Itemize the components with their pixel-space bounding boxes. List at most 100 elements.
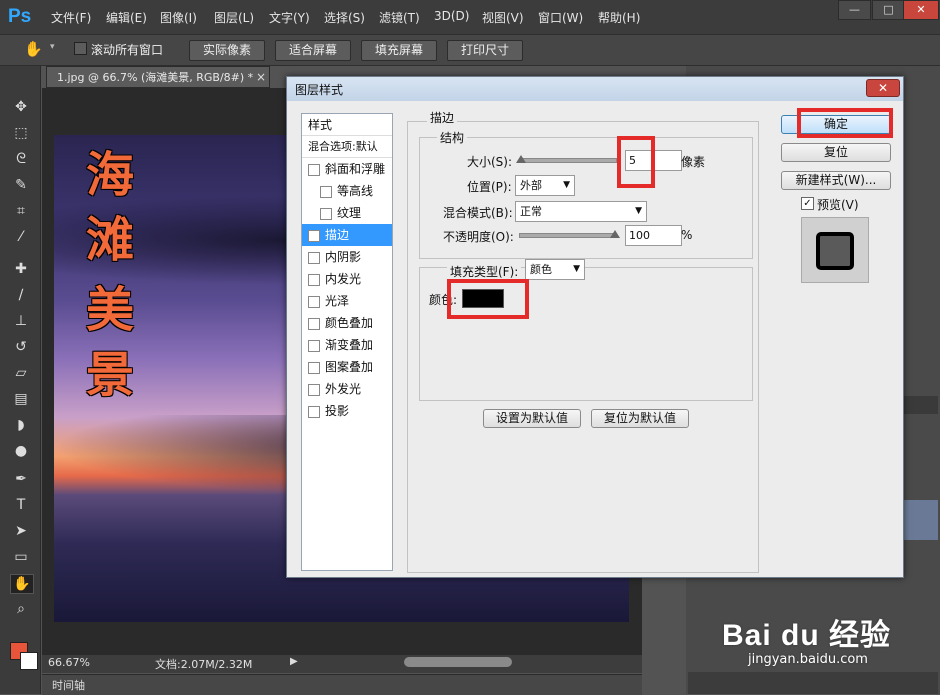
menu-layer[interactable]: 图层(L): [214, 9, 254, 26]
style-item[interactable]: 外发光: [302, 378, 392, 400]
preview-label: 预览(V): [817, 198, 859, 212]
style-item-label: 外发光: [325, 382, 362, 396]
style-item-label: 等高线: [337, 184, 374, 198]
styles-list: 样式 混合选项:默认 斜面和浮雕等高线纹理 ✓ 描边内阴影内发光 光泽 颜色叠加 渐变叠加…: [301, 113, 393, 571]
style-item-checkbox[interactable]: [308, 339, 320, 352]
new-style-button[interactable]: 新建样式(W)...: [781, 171, 891, 190]
status-menu-arrow-icon[interactable]: ▶: [290, 656, 298, 667]
reset-default-button[interactable]: 复位为默认值: [591, 409, 689, 428]
pen-tool-icon[interactable]: ✒: [10, 470, 32, 488]
menu-window[interactable]: 窗口(W): [538, 9, 583, 26]
eraser-tool-icon[interactable]: ▱: [10, 364, 32, 382]
actual-pixels-button[interactable]: 实际像素: [189, 40, 265, 61]
style-item[interactable]: ✓ 描边: [302, 224, 392, 246]
path-select-icon[interactable]: ➤: [10, 522, 32, 540]
gradient-tool-icon[interactable]: ▤: [10, 390, 32, 408]
styles-header[interactable]: 样式: [302, 114, 392, 136]
style-item-checkbox[interactable]: [320, 185, 332, 198]
blending-options-item[interactable]: 混合选项:默认: [302, 136, 392, 158]
menu-help[interactable]: 帮助(H): [598, 9, 640, 26]
fill-screen-button[interactable]: 填充屏幕: [361, 40, 437, 61]
style-item-label: 内阴影: [325, 250, 362, 264]
zoom-tool-icon[interactable]: ⌕: [10, 600, 32, 618]
style-item-checkbox[interactable]: ✓: [308, 229, 320, 242]
style-item[interactable]: 颜色叠加: [302, 312, 392, 334]
dodge-tool-icon[interactable]: ●: [10, 442, 32, 460]
style-item[interactable]: 斜面和浮雕: [302, 158, 392, 180]
menu-select[interactable]: 选择(S): [324, 9, 365, 26]
size-slider-track[interactable]: [519, 158, 617, 163]
type-tool-icon[interactable]: T: [10, 496, 32, 514]
style-item[interactable]: 内发光: [302, 268, 392, 290]
marquee-tool-icon[interactable]: ⬚: [10, 124, 32, 142]
reset-button[interactable]: 复位: [781, 143, 891, 162]
document-tab[interactable]: 1.jpg @ 66.7% (海滩美景, RGB/8#) *: [46, 66, 270, 88]
style-item-checkbox[interactable]: [320, 207, 332, 220]
position-value: 外部: [520, 179, 542, 192]
style-item-checkbox[interactable]: [308, 317, 320, 330]
healing-brush-icon[interactable]: ✚: [10, 260, 32, 278]
minimize-button[interactable]: —: [838, 0, 871, 20]
style-item-checkbox[interactable]: [308, 163, 320, 176]
menu-type[interactable]: 文字(Y): [269, 9, 310, 26]
print-size-button[interactable]: 打印尺寸: [447, 40, 523, 61]
size-slider-thumb[interactable]: [515, 155, 526, 163]
style-item[interactable]: 渐变叠加: [302, 334, 392, 356]
position-select[interactable]: 外部 ▼: [515, 175, 575, 196]
move-tool-icon[interactable]: ✥: [10, 98, 32, 116]
highlight-box-ok: [797, 108, 893, 138]
fit-screen-button[interactable]: 适合屏幕: [275, 40, 351, 61]
set-default-button[interactable]: 设置为默认值: [483, 409, 581, 428]
style-item[interactable]: 纹理: [302, 202, 392, 224]
style-item[interactable]: 内阴影: [302, 246, 392, 268]
opacity-input[interactable]: 100: [625, 225, 682, 246]
document-tab-close-icon[interactable]: ×: [256, 70, 266, 84]
menu-file[interactable]: 文件(F): [51, 9, 91, 26]
menu-filter[interactable]: 滤镜(T): [379, 9, 420, 26]
timeline-label[interactable]: 时间轴: [52, 677, 85, 693]
menu-view[interactable]: 视图(V): [482, 9, 524, 26]
dialog-close-button[interactable]: ✕: [866, 79, 900, 97]
quick-select-tool-icon[interactable]: ✎: [10, 176, 32, 194]
brush-tool-icon[interactable]: ∕: [10, 286, 32, 304]
scroll-all-checkbox[interactable]: [74, 42, 87, 55]
opacity-slider-track[interactable]: [519, 233, 617, 238]
window-close-button[interactable]: ✕: [903, 0, 939, 20]
style-item-checkbox[interactable]: [308, 361, 320, 374]
tool-preset-dropdown-icon[interactable]: ▾: [50, 42, 55, 52]
history-brush-icon[interactable]: ↺: [10, 338, 32, 356]
hand-tool-icon[interactable]: ✋: [24, 40, 46, 58]
style-item[interactable]: 等高线: [302, 180, 392, 202]
maximize-button[interactable]: □: [872, 0, 905, 20]
horizontal-scrollbar-thumb[interactable]: [404, 657, 512, 667]
chevron-down-icon: ▼: [635, 206, 642, 216]
crop-tool-icon[interactable]: ⌗: [10, 202, 32, 220]
clone-stamp-icon[interactable]: ⊥: [10, 312, 32, 330]
style-item-checkbox[interactable]: [308, 251, 320, 264]
blend-mode-select[interactable]: 正常 ▼: [515, 201, 647, 222]
style-item-checkbox[interactable]: [308, 295, 320, 308]
background-color-swatch[interactable]: [20, 652, 38, 670]
layer-style-dialog: 图层样式 ✕ 样式 混合选项:默认 斜面和浮雕 等高线 纹理 ✓ 描边 内阴影 内发光 光泽颜…: [286, 76, 904, 578]
menu-edit[interactable]: 编辑(E): [106, 9, 147, 26]
baidu-watermark-logo: Bai du 经验: [722, 619, 892, 652]
layer-row-selected[interactable]: [904, 500, 938, 540]
hand-tool-active-icon[interactable]: ✋: [10, 574, 34, 594]
style-item[interactable]: 光泽: [302, 290, 392, 312]
fill-type-select[interactable]: 颜色 ▼: [525, 259, 585, 280]
zoom-level[interactable]: 66.67%: [48, 656, 90, 669]
style-item[interactable]: 投影: [302, 400, 392, 422]
preview-checkbox[interactable]: ✓: [801, 197, 814, 210]
eyedropper-tool-icon[interactable]: ⁄: [10, 228, 32, 246]
style-item-checkbox[interactable]: [308, 273, 320, 286]
blur-tool-icon[interactable]: ◗: [10, 416, 32, 434]
menu-image[interactable]: 图像(I): [160, 9, 197, 26]
opacity-slider-thumb[interactable]: [610, 230, 620, 238]
position-label: 位置(P):: [467, 180, 512, 194]
menu-3d[interactable]: 3D(D): [434, 9, 469, 23]
shape-tool-icon[interactable]: ▭: [10, 548, 32, 566]
style-item[interactable]: 图案叠加: [302, 356, 392, 378]
style-item-checkbox[interactable]: [308, 383, 320, 396]
lasso-tool-icon[interactable]: ᘓ: [10, 150, 32, 168]
style-item-checkbox[interactable]: [308, 405, 320, 418]
